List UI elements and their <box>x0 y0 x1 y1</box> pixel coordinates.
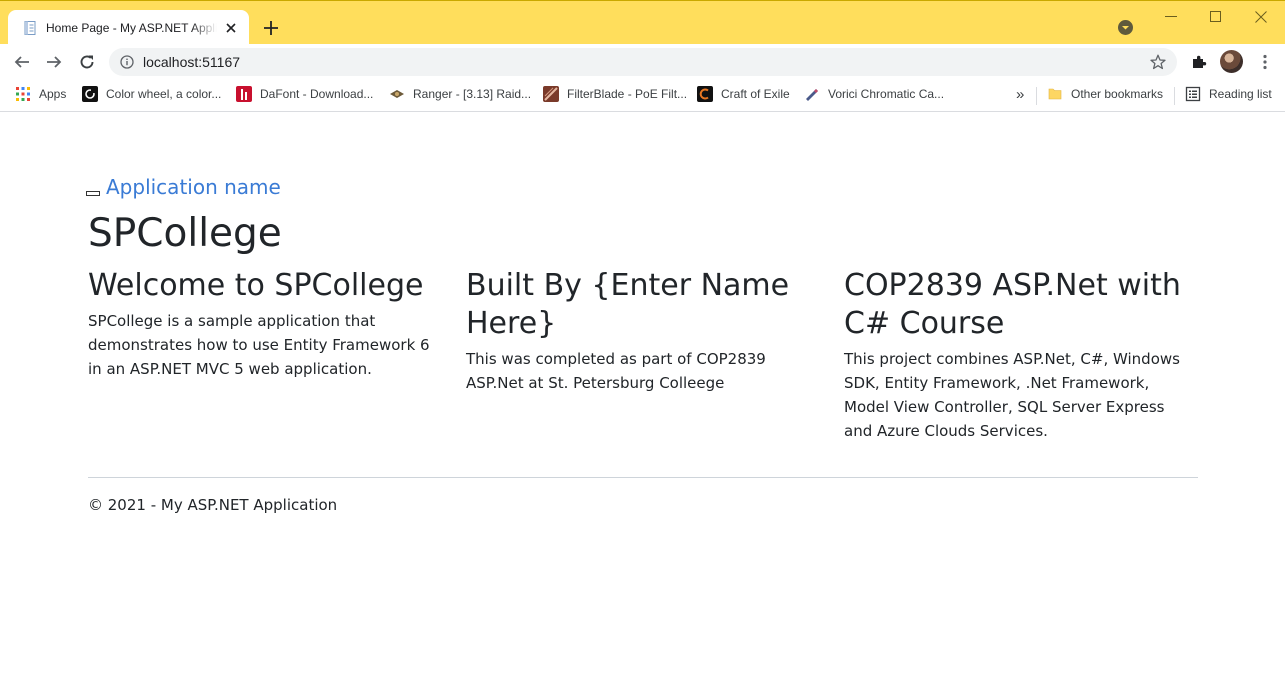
forward-arrow-icon[interactable] <box>44 52 64 72</box>
color-wheel-icon <box>82 86 98 102</box>
extensions-puzzle-icon[interactable] <box>1189 52 1209 72</box>
column-text: This project combines ASP.Net, C#, Windo… <box>844 350 1180 440</box>
bookmarks-separator <box>1174 87 1175 105</box>
bookmark-filterblade[interactable]: FilterBlade - PoE Filt... <box>543 80 687 108</box>
bookmark-label: DaFont - Download... <box>260 87 374 101</box>
new-tab-plus-icon[interactable] <box>261 18 281 38</box>
bookmark-label: Craft of Exile <box>721 87 790 101</box>
column-heading: Welcome to SPCollege <box>88 268 424 303</box>
navbar-toggler-icon[interactable] <box>86 191 100 196</box>
column-heading: Built By {Enter Name Here} <box>466 268 790 341</box>
bookmark-other-bookmarks[interactable]: Other bookmarks <box>1047 80 1163 108</box>
bookmark-label: FilterBlade - PoE Filt... <box>567 87 688 101</box>
content-column-welcome: Welcome to SPCollege SPCollege is a samp… <box>88 267 440 381</box>
page-favicon-icon <box>22 20 38 36</box>
address-bar[interactable]: localhost:51167 <box>109 48 1177 76</box>
bookmark-dafont[interactable]: DaFont - Download... <box>236 80 373 108</box>
profile-avatar[interactable] <box>1220 50 1243 73</box>
column-text: This was completed as part of COP2839 AS… <box>466 350 766 392</box>
bookmarks-separator <box>1036 87 1037 105</box>
footer-divider <box>88 477 1198 478</box>
bookmarks-overflow-chevron-icon[interactable]: » <box>1016 80 1024 108</box>
window-minimize-icon[interactable] <box>1156 7 1186 27</box>
bookmark-vorici[interactable]: Vorici Chromatic Ca... <box>804 80 944 108</box>
browser-titlebar: Home Page - My ASP.NET Application <box>0 0 1285 45</box>
bookmark-label: Apps <box>39 87 67 101</box>
browser-toolbar: localhost:51167 <box>0 44 1285 80</box>
window-maximize-icon[interactable] <box>1201 7 1231 27</box>
ranger-icon <box>389 86 405 102</box>
reading-list-icon <box>1185 86 1201 102</box>
back-arrow-icon[interactable] <box>12 52 32 72</box>
reload-icon[interactable] <box>77 52 97 72</box>
bookmark-label: Other bookmarks <box>1071 87 1164 101</box>
filterblade-icon <box>543 86 559 102</box>
bookmarks-bar: Apps Color wheel, a color... DaFont - Do… <box>0 80 1285 112</box>
tab-title: Home Page - My ASP.NET Application <box>46 20 217 35</box>
navbar-brand-link[interactable]: Application name <box>106 175 281 199</box>
folder-icon <box>1047 86 1063 102</box>
bookmark-label: Color wheel, a color... <box>106 87 222 101</box>
bookmark-craft-of-exile[interactable]: Craft of Exile <box>697 80 790 108</box>
bookmark-label: Reading list <box>1209 87 1272 101</box>
content-column-built-by: Built By {Enter Name Here} This was comp… <box>466 267 818 395</box>
site-info-icon[interactable] <box>119 54 135 70</box>
footer-copyright: © 2021 - My ASP.NET Application <box>88 496 338 514</box>
bookmark-label: Ranger - [3.13] Raid... <box>413 87 532 101</box>
column-heading: COP2839 ASP.Net with C# Course <box>844 268 1181 341</box>
more-menu-icon[interactable] <box>1255 52 1275 72</box>
dafont-icon <box>236 86 252 102</box>
page-title: SPCollege <box>88 211 282 256</box>
window-close-icon[interactable] <box>1246 7 1276 27</box>
url-text[interactable]: localhost:51167 <box>143 54 1149 70</box>
bookmark-label: Vorici Chromatic Ca... <box>828 87 945 101</box>
apps-grid-icon <box>15 86 31 102</box>
reading-list-button[interactable]: Reading list <box>1185 80 1272 108</box>
tab-search-dropdown-icon[interactable] <box>1117 19 1134 36</box>
content-column-course: COP2839 ASP.Net with C# Course This proj… <box>844 267 1196 443</box>
column-text: SPCollege is a sample application that d… <box>88 312 430 378</box>
bookmark-apps[interactable]: Apps <box>15 80 66 108</box>
page-viewport: Application name SPCollege Welcome to SP… <box>0 113 1285 690</box>
bookmark-color-wheel[interactable]: Color wheel, a color... <box>82 80 221 108</box>
craft-of-exile-icon <box>697 86 713 102</box>
browser-tab-active[interactable]: Home Page - My ASP.NET Application <box>8 10 249 45</box>
vorici-icon <box>804 86 820 102</box>
bookmark-star-icon[interactable] <box>1149 53 1167 71</box>
bookmark-ranger[interactable]: Ranger - [3.13] Raid... <box>389 80 531 108</box>
tab-close-icon[interactable] <box>223 20 239 36</box>
